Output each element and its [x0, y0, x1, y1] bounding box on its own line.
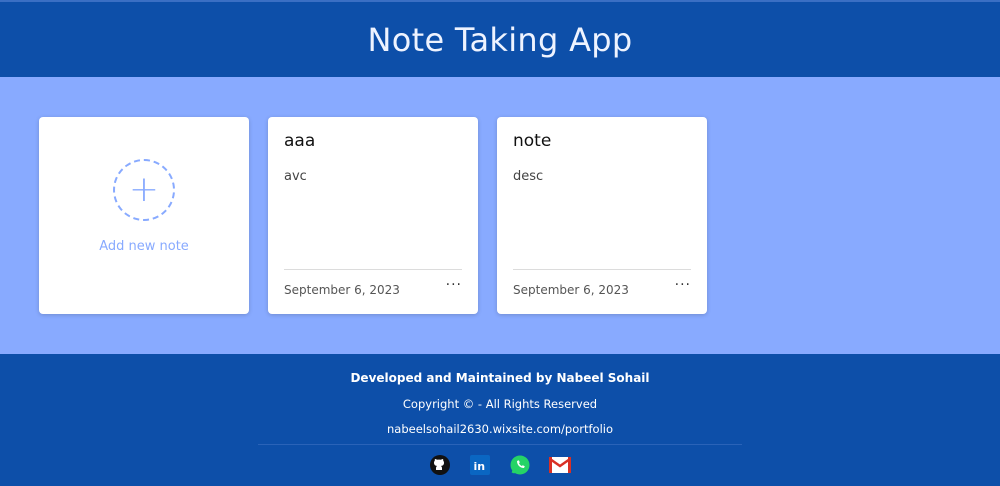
note-card[interactable]: aaa avc September 6, 2023 ···: [268, 117, 478, 314]
svg-text:in: in: [474, 460, 486, 473]
developer-credit: Developed and Maintained by Nabeel Sohai…: [350, 371, 650, 385]
portfolio-link[interactable]: nabeelsohail2630.wixsite.com/portfolio: [0, 422, 1000, 436]
app-header: Note Taking App: [0, 0, 1000, 77]
note-card[interactable]: note desc September 6, 2023 ···: [497, 117, 707, 314]
add-note-card[interactable]: + Add new note: [39, 117, 249, 314]
social-icons: in: [0, 454, 1000, 476]
footer: Developed and Maintained by Nabeel Sohai…: [0, 354, 1000, 486]
github-icon[interactable]: [429, 454, 451, 476]
note-date: September 6, 2023: [513, 283, 629, 297]
footer-divider: [258, 444, 742, 445]
copyright-text: Copyright © - All Rights Reserved: [402, 397, 598, 411]
note-description: desc: [513, 169, 544, 184]
page-title: Note Taking App: [367, 20, 633, 59]
whatsapp-icon[interactable]: [509, 454, 531, 476]
add-note-label[interactable]: Add new note: [99, 239, 189, 254]
more-options-icon[interactable]: ···: [446, 277, 462, 293]
divider: [284, 269, 462, 270]
note-description: avc: [284, 169, 307, 184]
divider: [513, 269, 691, 270]
note-title: aaa: [284, 131, 316, 151]
plus-icon[interactable]: +: [113, 159, 175, 221]
linkedin-icon[interactable]: in: [469, 454, 491, 476]
more-options-icon[interactable]: ···: [675, 277, 691, 293]
gmail-icon[interactable]: [549, 454, 571, 476]
note-title: note: [513, 131, 552, 151]
note-date: September 6, 2023: [284, 283, 400, 297]
notes-area: + Add new note aaa avc September 6, 2023…: [0, 77, 1000, 354]
